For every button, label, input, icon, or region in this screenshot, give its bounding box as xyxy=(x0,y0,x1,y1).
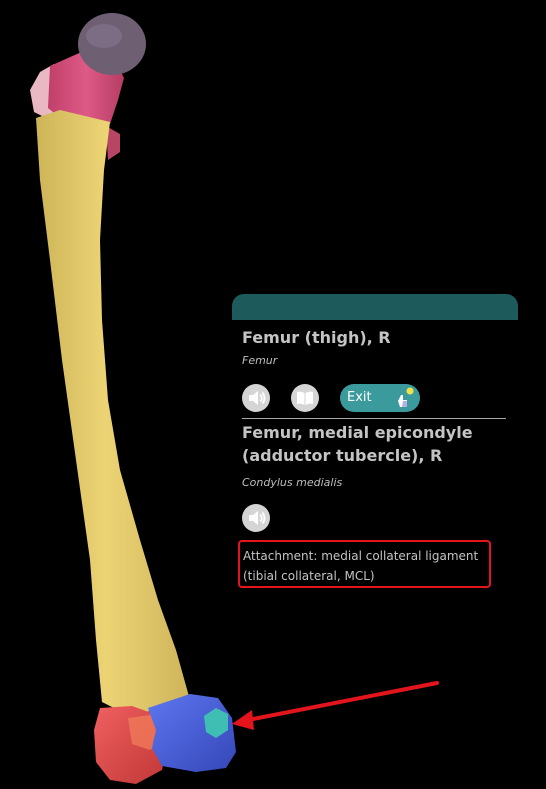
info-panel: Femur (thigh), R Femur Exit Femur, media… xyxy=(232,294,518,594)
speaker-icon xyxy=(249,511,266,525)
detail-title-line2: (adductor tubercle), R xyxy=(242,446,443,465)
pronunciation-button[interactable] xyxy=(242,384,270,412)
attachment-text: Attachment: medial collateral ligament (… xyxy=(243,546,487,586)
panel-header[interactable] xyxy=(232,294,518,320)
detail-pronunciation-button[interactable] xyxy=(242,504,270,532)
definition-button[interactable] xyxy=(291,384,319,412)
structure-latin-name: Femur xyxy=(242,354,278,367)
detail-latin-name: Condylus medialis xyxy=(242,476,343,489)
attachment-line1: Attachment: medial collateral ligament xyxy=(243,549,479,563)
attachment-highlight-box: Attachment: medial collateral ligament (… xyxy=(238,540,491,588)
hand-pointer-icon xyxy=(398,387,414,407)
exit-button[interactable]: Exit xyxy=(340,384,420,412)
femur-shaft[interactable] xyxy=(36,110,190,712)
book-icon xyxy=(297,391,313,405)
exit-label: Exit xyxy=(347,390,372,405)
annotation-arrowhead xyxy=(232,710,254,730)
structure-title: Femur (thigh), R xyxy=(242,328,391,347)
detail-title-line1: Femur, medial epicondyle xyxy=(242,423,473,442)
attachment-line2: (tibial collateral, MCL) xyxy=(243,569,375,583)
speaker-icon xyxy=(249,391,266,405)
annotation-arrow xyxy=(246,681,439,722)
panel-divider xyxy=(242,418,506,419)
